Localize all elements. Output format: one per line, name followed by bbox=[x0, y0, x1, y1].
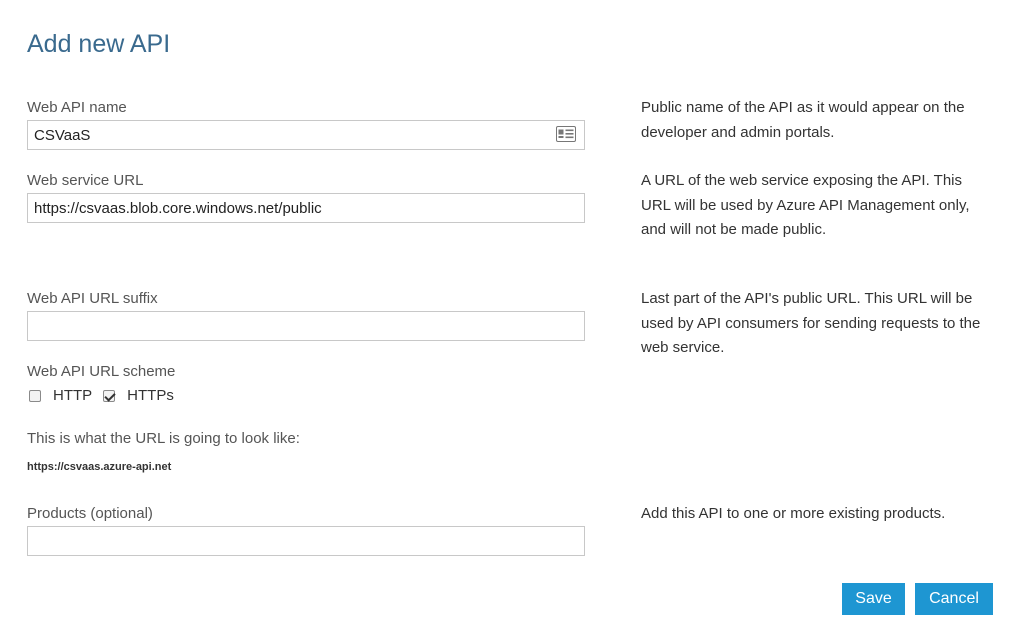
products-input[interactable] bbox=[27, 526, 585, 556]
url-preview-label: This is what the URL is going to look li… bbox=[27, 430, 300, 447]
web-api-url-suffix-help: Last part of the API's public URL. This … bbox=[641, 290, 981, 356]
http-checkbox[interactable] bbox=[29, 389, 41, 402]
web-api-name-input[interactable] bbox=[27, 120, 585, 150]
page-title: Add new API bbox=[27, 30, 171, 58]
web-api-url-suffix-label: Web API URL suffix bbox=[27, 290, 158, 307]
cancel-button[interactable]: Cancel bbox=[915, 583, 993, 615]
web-service-url-input[interactable] bbox=[27, 193, 585, 223]
https-checkbox[interactable] bbox=[103, 389, 116, 402]
url-preview-value: https://csvaas.azure-api.net bbox=[27, 461, 172, 473]
web-api-url-suffix-input[interactable] bbox=[27, 311, 585, 341]
web-service-url-label: Web service URL bbox=[27, 172, 144, 189]
contact-card-icon[interactable] bbox=[556, 126, 576, 142]
web-api-name-label: Web API name bbox=[27, 99, 127, 116]
https-checkbox-label[interactable]: HTTPs bbox=[127, 387, 174, 404]
save-button[interactable]: Save bbox=[842, 583, 905, 615]
products-label: Products (optional) bbox=[27, 505, 153, 522]
http-checkbox-label[interactable]: HTTP bbox=[53, 387, 92, 404]
web-service-url-help: A URL of the web service exposing the AP… bbox=[641, 172, 970, 238]
products-help: Add this API to one or more existing pro… bbox=[641, 505, 946, 522]
url-scheme-options: HTTP HTTPs bbox=[29, 387, 185, 404]
web-api-url-scheme-label: Web API URL scheme bbox=[27, 363, 176, 380]
web-api-name-help: Public name of the API as it would appea… bbox=[641, 99, 965, 141]
